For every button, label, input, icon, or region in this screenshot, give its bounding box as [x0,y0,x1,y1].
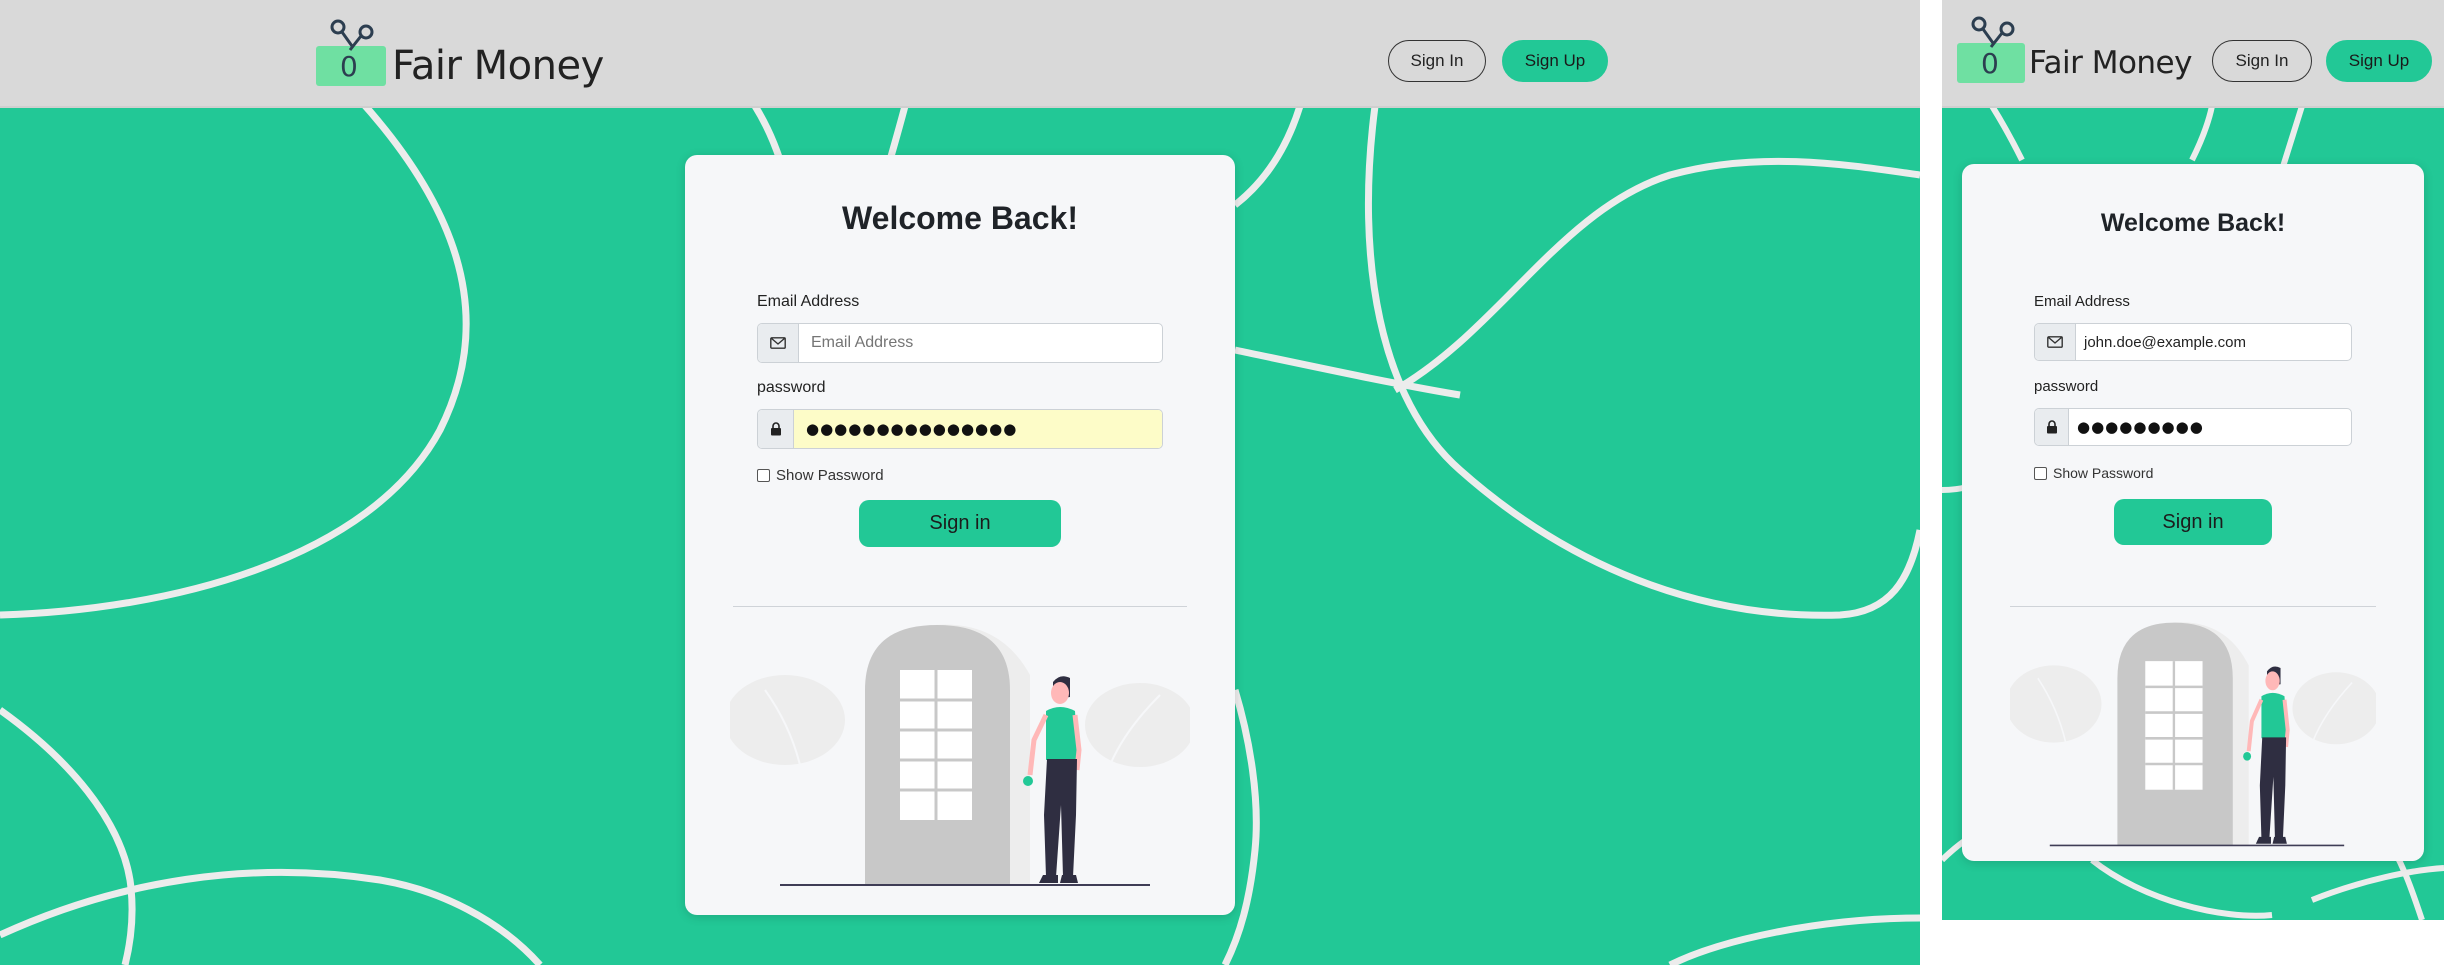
logo-digit: 0 [340,50,358,83]
email-input[interactable]: john.doe@example.com [2076,324,2351,360]
divider [2010,606,2376,607]
logo: 0 [316,19,386,86]
logo-digit: 0 [1981,47,1999,80]
login-card: Welcome Back! Email Address john.doe@exa… [1962,164,2424,861]
brand-name: Fair Money [2029,45,2192,81]
password-label: password [757,379,826,396]
page-title: Welcome Back! [2100,209,2286,237]
envelope-icon [758,324,799,362]
sign-up-nav-button[interactable]: Sign Up [2326,40,2432,82]
show-password-checkbox[interactable] [757,469,770,482]
desktop-view: 0 Fair Money Sign In Sign Up Welcome Bac… [0,0,1920,965]
email-input[interactable]: Email Address [799,324,1162,362]
lock-icon [2035,409,2069,445]
password-input[interactable]: ●●●●●●●●● [2069,409,2351,445]
show-password-label: Show Password [776,467,884,484]
lock-icon [758,410,794,448]
page-title: Welcome Back! [842,200,1078,236]
envelope-icon [2035,324,2076,360]
email-label: Email Address [757,293,860,310]
password-input[interactable]: ●●●●●●●●●●●●●●● [794,410,1162,448]
password-field[interactable]: ●●●●●●●●● [2034,408,2352,446]
show-password-toggle[interactable]: Show Password [2034,465,2153,481]
navbar: 0 Fair Money Sign In Sign Up [0,0,1920,108]
door-illustration [730,615,1190,895]
sign-up-nav-button[interactable]: Sign Up [1502,40,1608,82]
brand-name: Fair Money [392,43,604,89]
password-field[interactable]: ●●●●●●●●●●●●●●● [757,409,1163,449]
email-label: Email Address [2034,293,2130,310]
password-label: password [2034,378,2099,395]
logo: 0 [1957,16,2025,83]
divider [733,606,1187,607]
sign-in-nav-button[interactable]: Sign In [2212,40,2312,82]
sign-in-nav-button[interactable]: Sign In [1388,40,1486,82]
show-password-toggle[interactable]: Show Password [757,467,884,484]
sign-in-button[interactable]: Sign in [2114,499,2272,545]
show-password-checkbox[interactable] [2034,466,2047,480]
email-field[interactable]: Email Address [757,323,1163,363]
door-illustration [2010,614,2376,854]
brand[interactable]: 0 Fair Money [316,19,604,89]
sign-in-button[interactable]: Sign in [859,500,1061,547]
navbar: 0 Fair Money Sign In Sign Up [1942,0,2444,108]
email-field[interactable]: john.doe@example.com [2034,323,2352,361]
mobile-view: 0 Fair Money Sign In Sign Up Welcome Bac… [1942,0,2444,920]
brand[interactable]: 0 Fair Money [1957,16,2192,83]
login-card: Welcome Back! Email Address Email Addres… [685,155,1235,915]
show-password-label: Show Password [2053,465,2154,481]
